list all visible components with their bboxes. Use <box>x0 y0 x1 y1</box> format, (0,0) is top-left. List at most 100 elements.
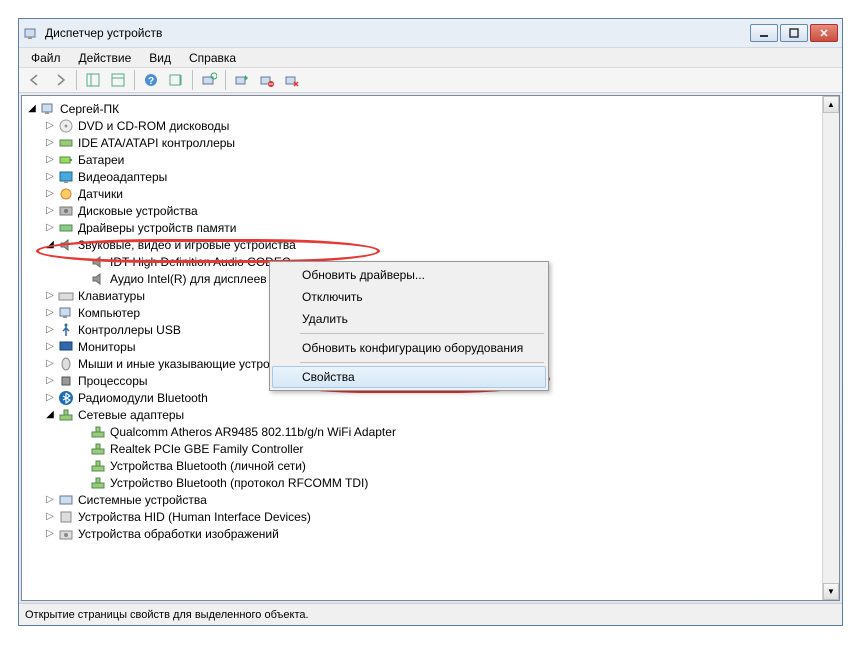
expand-arrow-icon[interactable]: ▷ <box>44 375 56 387</box>
scan-hardware-button[interactable] <box>197 69 221 91</box>
menu-view[interactable]: Вид <box>141 49 179 67</box>
node-label: IDE ATA/ATAPI контроллеры <box>76 136 237 150</box>
action-button[interactable] <box>164 69 188 91</box>
minimize-button[interactable] <box>750 24 778 42</box>
expand-arrow-icon[interactable]: ▷ <box>44 205 56 217</box>
tree-child-node[interactable]: Устройства Bluetooth (личной сети) <box>24 457 820 474</box>
tree-node[interactable]: ▷ Радиомодули Bluetooth <box>24 389 820 406</box>
expand-arrow-icon[interactable]: ▷ <box>44 528 56 540</box>
scroll-down-button[interactable]: ▼ <box>823 583 839 600</box>
expand-arrow-icon[interactable]: ▷ <box>44 120 56 132</box>
device-icon <box>90 271 106 287</box>
expand-arrow-icon[interactable]: ▷ <box>44 358 56 370</box>
tree-child-node[interactable]: Устройство Bluetooth (протокол RFCOMM TD… <box>24 474 820 491</box>
tree-root[interactable]: ◢Сергей-ПК <box>24 100 820 117</box>
expand-arrow-icon[interactable]: ▷ <box>44 341 56 353</box>
category-icon <box>58 305 74 321</box>
category-icon <box>58 288 74 304</box>
expand-arrow-icon[interactable]: ▷ <box>44 290 56 302</box>
expand-arrow-icon[interactable]: ◢ <box>26 103 38 115</box>
node-label: Компьютер <box>76 306 142 320</box>
category-icon <box>58 237 74 253</box>
expand-arrow-icon[interactable]: ◢ <box>44 239 56 251</box>
category-icon <box>58 492 74 508</box>
node-label: Звуковые, видео и игровые устройства <box>76 238 298 252</box>
arrow-spacer <box>76 273 88 285</box>
node-label: Радиомодули Bluetooth <box>76 391 210 405</box>
statusbar: Открытие страницы свойств для выделенног… <box>19 603 842 625</box>
show-hide-tree-button[interactable] <box>81 69 105 91</box>
ctx-update-drivers[interactable]: Обновить драйверы... <box>272 264 546 286</box>
category-icon <box>58 390 74 406</box>
expand-arrow-icon[interactable]: ◢ <box>44 409 56 421</box>
tree-node[interactable]: ▷ Системные устройства <box>24 491 820 508</box>
vertical-scrollbar[interactable]: ▲ ▼ <box>822 96 839 600</box>
scroll-up-button[interactable]: ▲ <box>823 96 839 113</box>
close-button[interactable] <box>810 24 838 42</box>
help-button[interactable]: ? <box>139 69 163 91</box>
toolbar-separator <box>225 70 226 90</box>
expand-arrow-icon[interactable]: ▷ <box>44 171 56 183</box>
uninstall-button[interactable] <box>255 69 279 91</box>
menu-help[interactable]: Справка <box>181 49 244 67</box>
tree-node[interactable]: ▷ Батареи <box>24 151 820 168</box>
category-icon <box>58 186 74 202</box>
tree-node[interactable]: ▷Устройства HID (Human Interface Devices… <box>24 508 820 525</box>
category-icon <box>58 373 74 389</box>
scroll-thumb[interactable] <box>823 113 839 583</box>
expand-arrow-icon[interactable]: ▷ <box>44 222 56 234</box>
node-label: DVD и CD-ROM дисководы <box>76 119 231 133</box>
node-label: Сетевые адаптеры <box>76 408 186 422</box>
ctx-properties[interactable]: Свойства <box>272 366 546 388</box>
update-driver-button[interactable] <box>230 69 254 91</box>
back-button[interactable] <box>23 69 47 91</box>
forward-button[interactable] <box>48 69 72 91</box>
expand-arrow-icon[interactable]: ▷ <box>44 392 56 404</box>
node-label: Qualcomm Atheros AR9485 802.11b/g/n WiFi… <box>108 425 398 439</box>
tree-node[interactable]: ▷ IDE ATA/ATAPI контроллеры <box>24 134 820 151</box>
svg-text:?: ? <box>148 76 154 87</box>
node-label: Батареи <box>76 153 126 167</box>
category-icon <box>40 101 56 117</box>
node-label: Устройства обработки изображений <box>76 527 281 541</box>
arrow-spacer <box>76 256 88 268</box>
expand-arrow-icon[interactable]: ▷ <box>44 154 56 166</box>
tree-node[interactable]: ▷Датчики <box>24 185 820 202</box>
tree-child-node[interactable]: Qualcomm Atheros AR9485 802.11b/g/n WiFi… <box>24 423 820 440</box>
properties-button[interactable] <box>106 69 130 91</box>
titlebar: Диспетчер устройств <box>19 19 842 47</box>
category-icon <box>58 509 74 525</box>
ctx-disable[interactable]: Отключить <box>272 286 546 308</box>
status-text: Открытие страницы свойств для выделенног… <box>25 609 309 621</box>
tree-node[interactable]: ▷ Устройства обработки изображений <box>24 525 820 542</box>
tree-node[interactable]: ▷Дисковые устройства <box>24 202 820 219</box>
tree-node[interactable]: ▷ DVD и CD-ROM дисководы <box>24 117 820 134</box>
node-label: Видеоадаптеры <box>76 170 169 184</box>
device-icon <box>90 458 106 474</box>
expand-arrow-icon[interactable]: ▷ <box>44 188 56 200</box>
disable-button[interactable] <box>280 69 304 91</box>
expand-arrow-icon[interactable]: ▷ <box>44 324 56 336</box>
node-label: Системные устройства <box>76 493 209 507</box>
expand-arrow-icon[interactable]: ▷ <box>44 494 56 506</box>
node-label: Процессоры <box>76 374 150 388</box>
ctx-refresh-config[interactable]: Обновить конфигурацию оборудования <box>272 337 546 359</box>
expand-arrow-icon[interactable]: ▷ <box>44 511 56 523</box>
expand-arrow-icon[interactable]: ▷ <box>44 307 56 319</box>
ctx-delete[interactable]: Удалить <box>272 308 546 330</box>
tree-node[interactable]: ▷ Видеоадаптеры <box>24 168 820 185</box>
tree-node[interactable]: ◢ Звуковые, видео и игровые устройства <box>24 236 820 253</box>
tree-node[interactable]: ▷Драйверы устройств памяти <box>24 219 820 236</box>
tree-node[interactable]: ◢ Сетевые адаптеры <box>24 406 820 423</box>
maximize-button[interactable] <box>780 24 808 42</box>
context-menu: Обновить драйверы... Отключить Удалить О… <box>269 261 549 391</box>
tree-child-node[interactable]: Realtek PCIe GBE Family Controller <box>24 440 820 457</box>
category-icon <box>58 526 74 542</box>
menu-file[interactable]: Файл <box>23 49 69 67</box>
device-icon <box>90 254 106 270</box>
category-icon <box>58 220 74 236</box>
menu-action[interactable]: Действие <box>71 49 140 67</box>
category-icon <box>58 339 74 355</box>
content-area: ◢Сергей-ПК ▷ DVD и CD-ROM дисководы ▷ IDE AT… <box>21 95 840 601</box>
expand-arrow-icon[interactable]: ▷ <box>44 137 56 149</box>
